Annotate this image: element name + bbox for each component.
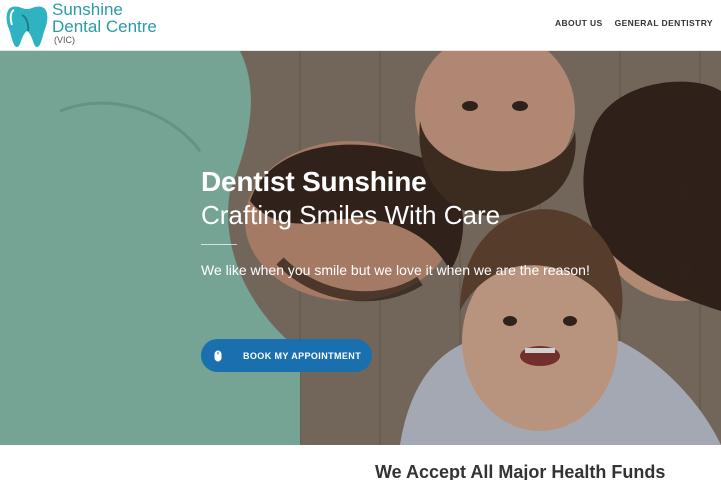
hero-divider bbox=[201, 244, 237, 245]
hero-subtitle: Crafting Smiles With Care bbox=[201, 200, 501, 230]
health-funds-heading: We Accept All Major Health Funds bbox=[375, 462, 666, 480]
main-nav: ABOUT US GENERAL DENTISTRY bbox=[555, 18, 713, 28]
book-appointment-button[interactable]: BOOK MY APPOINTMENT bbox=[201, 339, 372, 372]
nav-general-dentistry[interactable]: GENERAL DENTISTRY bbox=[615, 18, 713, 28]
tooth-logo-icon bbox=[6, 6, 48, 48]
logo-line-3: (VIC) bbox=[54, 35, 75, 45]
logo-line-2: Dental Centre bbox=[52, 17, 157, 36]
mouse-icon bbox=[214, 350, 222, 361]
logo-line-1: Sunshine bbox=[52, 0, 123, 19]
site-header: Sunshine Dental Centre (VIC) ABOUT US GE… bbox=[0, 0, 721, 51]
site-logo[interactable]: Sunshine Dental Centre (VIC) bbox=[4, 1, 204, 49]
nav-about-us[interactable]: ABOUT US bbox=[555, 18, 603, 28]
hero-tagline: We like when you smile but we love it wh… bbox=[201, 262, 590, 278]
logo-text: Sunshine Dental Centre (VIC) bbox=[52, 1, 157, 46]
hero-title: Dentist Sunshine bbox=[201, 166, 427, 197]
book-appointment-label: BOOK MY APPOINTMENT bbox=[243, 350, 362, 361]
hero-content: Dentist Sunshine Crafting Smiles With Ca… bbox=[201, 166, 590, 279]
